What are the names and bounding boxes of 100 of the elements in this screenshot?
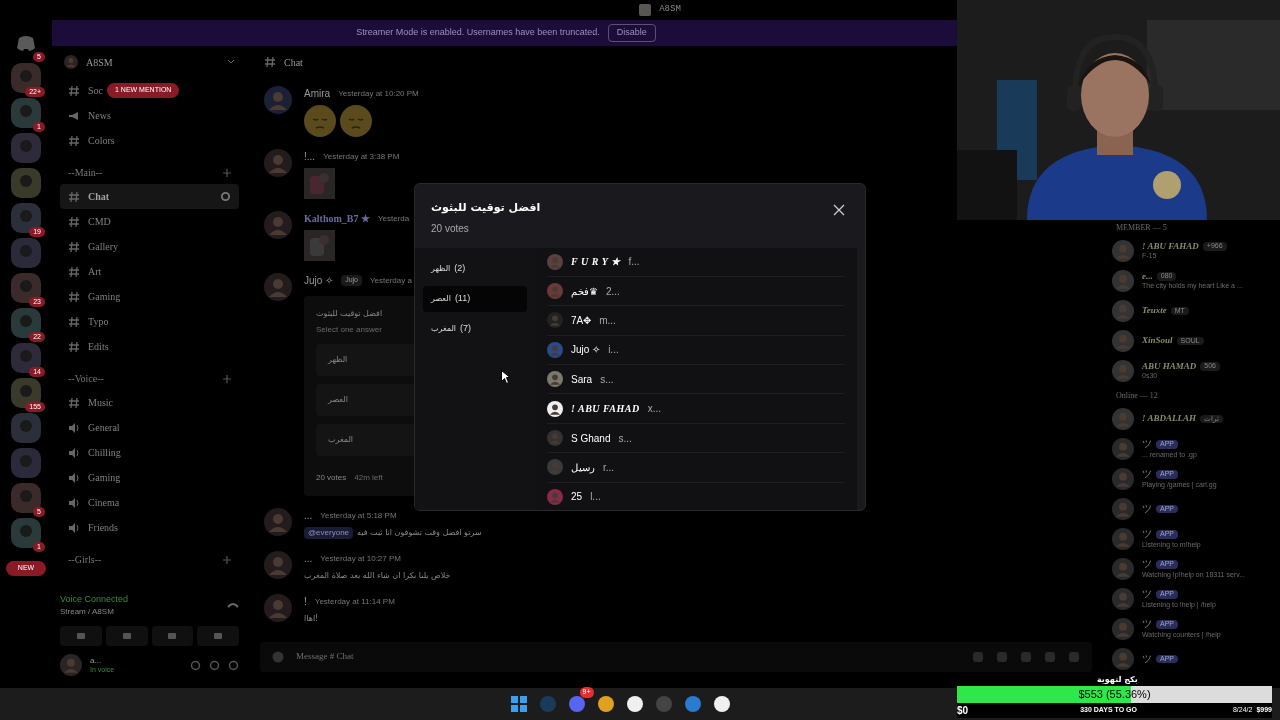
- avatar-icon: [547, 283, 563, 300]
- avatar-icon: [60, 654, 82, 676]
- member-name[interactable]: ツ: [1142, 652, 1152, 666]
- server-icon[interactable]: [11, 273, 41, 303]
- avatar-icon: [547, 253, 563, 270]
- soundboard-button[interactable]: [197, 626, 239, 646]
- channel-item[interactable]: Typo: [60, 309, 117, 334]
- voter-name[interactable]: Jujo ✧: [571, 342, 601, 358]
- disable-button[interactable]: Disable: [607, 24, 656, 42]
- category-label: --Girls--: [68, 553, 102, 567]
- server-icon[interactable]: [11, 63, 41, 93]
- voter-name[interactable]: Sara: [571, 371, 593, 387]
- voter-username: r...: [603, 460, 615, 475]
- server-icon[interactable]: [11, 378, 41, 408]
- member-name[interactable]: ! ABU FAHAD: [1142, 241, 1199, 253]
- voter-username: i...: [608, 343, 619, 358]
- hash-icon: [68, 190, 80, 203]
- avatar-icon: [1112, 528, 1134, 550]
- voter-username: s...: [618, 431, 632, 446]
- hash-icon: [68, 340, 80, 353]
- category-label: --Voice--: [68, 372, 104, 386]
- avatar-icon: [264, 86, 292, 114]
- channel-item[interactable]: Edits: [60, 334, 117, 359]
- channel-item[interactable]: Friends: [60, 515, 126, 540]
- member-name[interactable]: ツ: [1142, 438, 1152, 451]
- voter-name[interactable]: 7A✥: [571, 312, 592, 328]
- avatar-icon: [1112, 438, 1134, 460]
- avatar-icon: [1112, 558, 1134, 580]
- avatar-icon: [1112, 588, 1134, 610]
- timestamp: Yesterda: [377, 212, 410, 225]
- voter-name[interactable]: S Ghand: [571, 430, 611, 446]
- voter-name[interactable]: ! ABU FAHAD: [571, 401, 640, 417]
- timestamp: Yesterday at 10:27 PM: [320, 552, 401, 565]
- channel-item[interactable]: Colors: [60, 128, 123, 153]
- hash-icon: [68, 240, 80, 253]
- avatar-icon: [264, 551, 292, 579]
- timestamp: Yesterday at 11:14 PM: [314, 595, 395, 608]
- channel-item[interactable]: General: [60, 415, 128, 440]
- voter-name[interactable]: F U R Y ★: [571, 254, 621, 270]
- close-icon: [833, 204, 845, 216]
- windows-icon[interactable]: [509, 695, 528, 713]
- channel-item[interactable]: Chilling: [60, 440, 129, 465]
- voter-name[interactable]: رسيل: [571, 459, 595, 475]
- channel-item[interactable]: Gallery: [60, 234, 126, 259]
- avatar-icon: [264, 149, 292, 177]
- channel-item[interactable]: News: [60, 103, 119, 128]
- channel-item[interactable]: Gaming: [60, 284, 129, 309]
- message-text: اهاا!: [304, 613, 319, 625]
- member-name[interactable]: Teuxte: [1142, 305, 1167, 317]
- member-name[interactable]: ツ: [1142, 502, 1152, 516]
- avatar-icon: [264, 594, 292, 622]
- avatar-icon: [1112, 408, 1134, 430]
- member-name[interactable]: ツ: [1142, 528, 1152, 541]
- gamepad-button[interactable]: [151, 626, 194, 646]
- speaker-icon: [68, 496, 80, 509]
- channel-item[interactable]: Music: [60, 390, 121, 415]
- member-name[interactable]: ! ABDALLAH: [1142, 413, 1196, 425]
- member-name[interactable]: ツ: [1142, 588, 1152, 601]
- mention-link[interactable]: @everyone: [304, 527, 354, 539]
- avatar-icon: [1112, 498, 1134, 520]
- voter-username: s...: [600, 372, 614, 387]
- voter-name[interactable]: 25: [571, 489, 583, 505]
- channel-item[interactable]: Cinema: [60, 490, 128, 515]
- channel-item[interactable]: Chat: [60, 184, 239, 209]
- hash-icon: [68, 84, 80, 97]
- pointer-icon: [501, 370, 510, 384]
- channel-item[interactable]: CMD: [60, 209, 119, 234]
- server-icon[interactable]: [11, 203, 41, 233]
- member-name[interactable]: XinSoul: [1142, 335, 1173, 347]
- avatar-icon: [547, 312, 563, 329]
- member-name[interactable]: ツ: [1142, 468, 1152, 481]
- vote-count: 20 votes: [316, 472, 347, 484]
- voice-channel[interactable]: Stream / A8SM: [60, 606, 129, 618]
- voter-username: l...: [590, 490, 601, 505]
- member-name[interactable]: ツ: [1142, 558, 1152, 571]
- hangup-icon[interactable]: [227, 601, 239, 610]
- author-name: ...: [304, 509, 313, 523]
- poll-question: افضل توقيت للبثوث: [316, 308, 384, 320]
- avatar-icon: [264, 273, 292, 301]
- screen-share-button[interactable]: [105, 626, 148, 646]
- avatar-icon: [264, 211, 292, 239]
- hash-icon: [68, 265, 80, 278]
- member-name[interactable]: ツ: [1142, 618, 1152, 631]
- camera-button[interactable]: [60, 626, 102, 646]
- goal-title: بكج لتهوية: [1097, 674, 1138, 686]
- channel-title: Chat: [284, 55, 303, 70]
- speaker-icon: [68, 421, 80, 434]
- avatar-icon: [264, 508, 292, 536]
- voice-status: Voice Connected: [60, 592, 129, 606]
- server-name[interactable]: A8SM: [86, 54, 113, 70]
- member-name[interactable]: e...: [1142, 271, 1153, 283]
- author-name: !...: [304, 150, 316, 164]
- channel-item[interactable]: Art: [60, 259, 110, 284]
- voter-username: x...: [647, 402, 662, 417]
- timestamp: Yesterday a: [369, 274, 412, 287]
- channel-item[interactable]: Gaming: [60, 465, 129, 490]
- window-title: A8SM: [659, 3, 681, 17]
- avatar-icon: [1112, 648, 1134, 670]
- voter-name[interactable]: فخم♛: [571, 283, 598, 299]
- member-name[interactable]: ABU HAMAD: [1142, 361, 1197, 373]
